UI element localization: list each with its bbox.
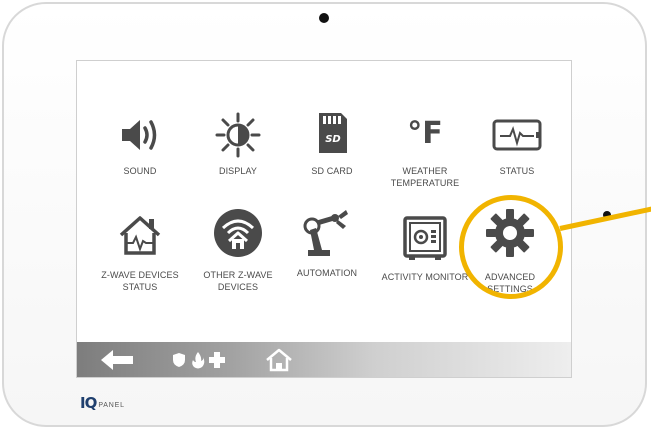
status-monitor-icon — [469, 109, 565, 161]
proximity-sensor — [603, 211, 611, 219]
touch-screen: SOUND DISPLAY SD SD CARD °F WEATHER TEMP… — [76, 60, 572, 378]
menu-item-automation[interactable]: AUTOMATION — [279, 203, 375, 313]
menu-item-label: Z-WAVE DEVICES STATUS — [101, 270, 179, 292]
brand-logo: IQ PANEL — [80, 393, 125, 411]
menu-item-label: STATUS — [499, 166, 535, 176]
flame-icon — [192, 352, 205, 369]
gear-icon — [462, 207, 558, 259]
emergency-button[interactable] — [167, 342, 229, 377]
menu-item-z-wave-devices-status[interactable]: Z-WAVE DEVICES STATUS — [92, 203, 188, 313]
bottom-nav-bar — [77, 342, 571, 377]
home-button[interactable] — [263, 342, 295, 377]
menu-item-sd-card[interactable]: SD SD CARD — [284, 101, 380, 211]
fahrenheit-icon: °F — [377, 107, 473, 159]
menu-item-advanced-settings[interactable]: ADVANCED SETTINGS — [462, 203, 558, 313]
home-icon — [266, 348, 292, 372]
menu-item-label: AUTOMATION — [296, 268, 358, 278]
brightness-icon — [190, 109, 286, 161]
robot-arm-icon — [279, 207, 375, 259]
menu-item-weather-temperature[interactable]: °F WEATHER TEMPERATURE — [377, 101, 473, 211]
menu-item-activity-monitor[interactable]: ACTIVITY MONITOR — [377, 203, 473, 313]
menu-item-status[interactable]: STATUS — [469, 101, 565, 211]
shield-icon — [173, 353, 185, 367]
menu-item-label: SOUND — [123, 166, 157, 176]
camera-lens — [319, 13, 329, 23]
menu-item-other-z-wave-devices[interactable]: OTHER Z-WAVE DEVICES — [190, 203, 286, 313]
medical-cross-icon — [209, 352, 225, 368]
menu-item-sound[interactable]: SOUND — [92, 101, 188, 211]
menu-item-display[interactable]: DISPLAY — [190, 101, 286, 211]
brand-sub: PANEL — [98, 402, 125, 409]
menu-item-label: ADVANCED SETTINGS — [484, 272, 536, 294]
house-pulse-icon — [92, 209, 188, 261]
speaker-icon — [92, 109, 188, 161]
back-arrow-icon — [101, 350, 133, 370]
svg-text:SD: SD — [325, 134, 341, 145]
safe-icon — [377, 213, 473, 265]
brand-mark: IQ — [80, 394, 97, 412]
back-button[interactable] — [99, 342, 135, 377]
sd-card-icon: SD — [284, 107, 380, 159]
fahrenheit-glyph: °F — [407, 115, 443, 151]
wifi-house-icon — [190, 207, 286, 259]
